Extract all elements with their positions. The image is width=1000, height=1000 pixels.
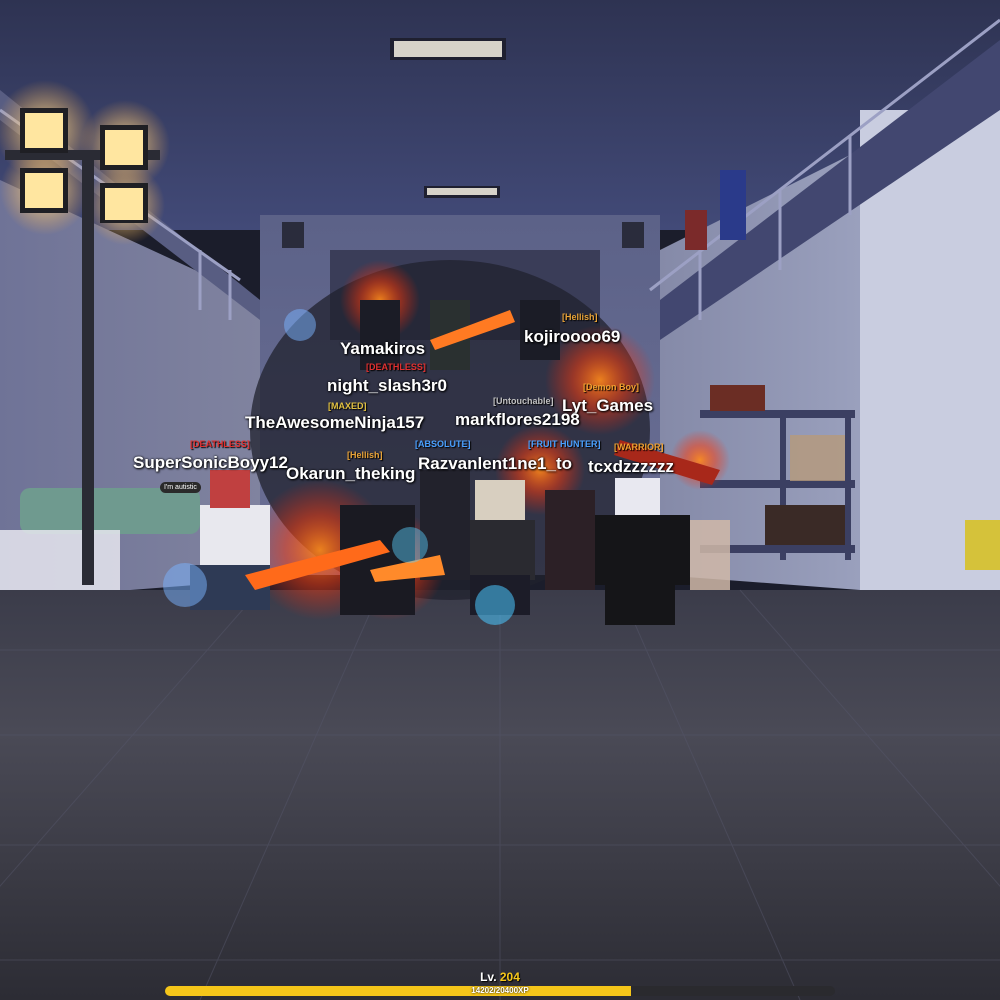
avatar-head (615, 478, 660, 518)
yellow-chair (965, 520, 1000, 570)
player-title: [ABSOLUTE] (415, 439, 471, 449)
game-scene (0, 0, 1000, 1000)
player-title: [DEATHLESS] (366, 362, 426, 372)
player-nametag[interactable]: Yamakiros (340, 340, 425, 357)
avatar-head (475, 480, 525, 525)
security-camera-icon (282, 222, 304, 248)
player-title: [Hellish] (347, 450, 383, 460)
player-title: [FRUIT HUNTER] (528, 439, 601, 449)
player-title: [WARRIOR] (614, 442, 664, 452)
player-title: [MAXED] (328, 401, 367, 411)
avatar-body (200, 505, 270, 570)
player-nametag[interactable]: markflores2198 (455, 411, 580, 428)
player-nametag[interactable]: TheAwesomeNinja157 (245, 414, 424, 431)
xp-progress-bar: 14202/20400XP (165, 986, 835, 996)
player-title: [Untouchable] (493, 396, 554, 406)
bench (20, 488, 200, 534)
security-camera-icon (622, 222, 644, 248)
player-title: [DEATHLESS] (190, 439, 250, 449)
player-nametag[interactable]: tcxdzzzzzz (588, 458, 674, 475)
xp-progress-text: 14202/20400XP (471, 986, 529, 995)
chat-bubble: I'm autistic (160, 482, 201, 493)
player-nametag[interactable]: Okarun_theking (286, 465, 415, 482)
player-nametag[interactable]: night_slash3r0 (327, 377, 447, 394)
player-nametag[interactable]: kojiroooo69 (524, 328, 620, 345)
player-title: [Hellish] (562, 312, 598, 322)
player-title: [Demon Boy] (583, 382, 639, 392)
player-nametag[interactable]: SuperSonicBoyy12 (133, 454, 288, 471)
player-nametag[interactable]: Razvanlent1ne1_to (418, 455, 572, 472)
